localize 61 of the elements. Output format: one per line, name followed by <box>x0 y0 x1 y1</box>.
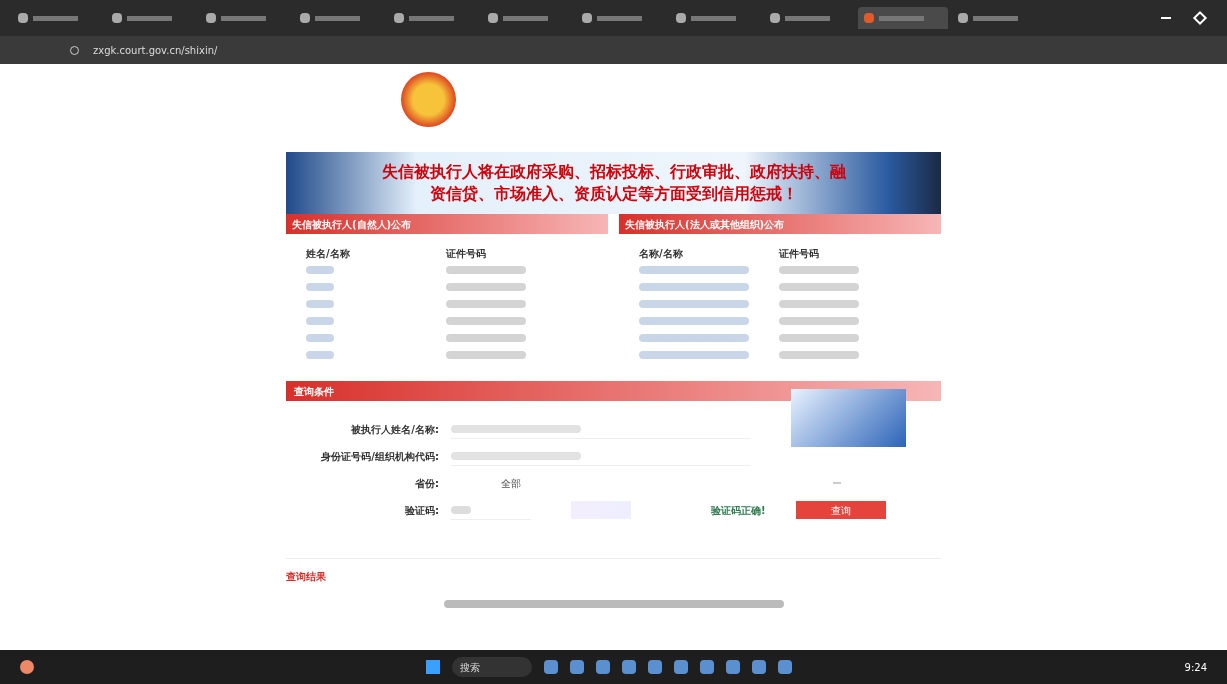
section-header: 失信被执行人(自然人)公布 <box>286 214 608 234</box>
app-icon[interactable] <box>648 660 663 674</box>
blurred-text <box>315 15 360 21</box>
blurred-text <box>127 15 172 21</box>
blurred-text <box>597 15 642 21</box>
blurred-text <box>451 505 471 514</box>
site-icon <box>958 13 968 23</box>
site-icon <box>864 13 874 23</box>
field-label: 验证码: <box>404 503 440 518</box>
blurred-text <box>785 15 830 21</box>
app-icon[interactable] <box>778 660 793 674</box>
blurred-text <box>503 15 548 21</box>
site-icon <box>770 13 780 23</box>
app-icon[interactable] <box>622 660 637 674</box>
province-select[interactable]: 全部 <box>451 473 841 493</box>
blurred-text <box>306 316 334 325</box>
site-icon <box>206 13 216 23</box>
blurred-text <box>306 333 334 342</box>
search-button[interactable]: 查询 <box>795 501 886 519</box>
site-icon <box>394 13 404 23</box>
blurred-text <box>306 282 334 291</box>
site-icon <box>582 13 592 23</box>
site-icon <box>488 13 498 23</box>
site-icon <box>300 13 310 23</box>
banner-text: 失信被执行人将在政府采购、招标投标、行政审批、政府扶持、融 <box>381 161 846 183</box>
blurred-text <box>879 15 924 21</box>
app-icon[interactable] <box>726 660 741 674</box>
blurred-text <box>306 265 334 274</box>
blurred-text <box>973 15 1018 21</box>
blurred-text <box>306 350 334 359</box>
column-header: 姓名/名称 <box>306 247 351 261</box>
court-emblem <box>401 72 456 127</box>
blurred-text <box>306 299 334 308</box>
clock: 9:24 <box>1184 660 1207 675</box>
app-icon[interactable] <box>752 660 767 674</box>
app-icon[interactable] <box>570 660 585 674</box>
blurred-text <box>409 15 454 21</box>
results-title: 查询结果 <box>286 570 327 584</box>
field-label: 省份: <box>414 476 440 491</box>
app-icon[interactable] <box>544 660 559 674</box>
site-icon <box>112 13 122 23</box>
column-header: 证件号码 <box>446 247 486 261</box>
blurred-text <box>221 15 266 21</box>
column-header: 名称/名称 <box>639 247 684 261</box>
start-icon[interactable] <box>426 660 441 674</box>
site-icon <box>18 13 28 23</box>
app-icon[interactable] <box>596 660 611 674</box>
url-field[interactable]: zxgk.court.gov.cn/shixin/ <box>93 42 218 58</box>
field-label: 被执行人姓名/名称: <box>350 422 440 437</box>
app-icon[interactable] <box>674 660 689 674</box>
column-header: 证件号码 <box>779 247 819 261</box>
blurred-text <box>691 15 736 21</box>
captcha-status: 验证码正确! <box>711 503 766 518</box>
taskbar-search[interactable]: 搜索 <box>452 657 533 677</box>
blurred-text <box>33 15 78 21</box>
field-label: 身份证号码/组织机构代码: <box>320 449 440 464</box>
banner-text: 资信贷、市场准入、资质认定等方面受到信用惩戒！ <box>429 183 798 205</box>
site-icon <box>676 13 686 23</box>
weather-icon[interactable] <box>20 660 34 674</box>
section-header: 失信被执行人(法人或其他组织)公布 <box>619 214 941 234</box>
app-icon[interactable] <box>700 660 715 674</box>
